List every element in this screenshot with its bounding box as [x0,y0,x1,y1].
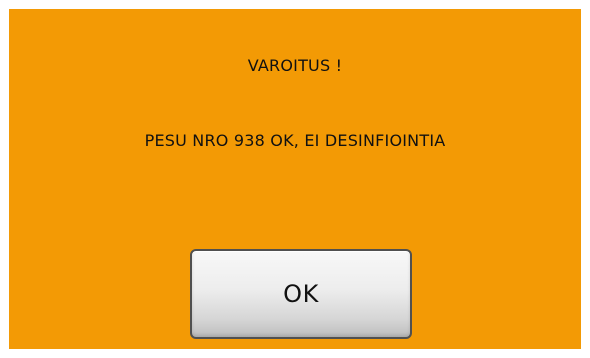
dialog-message: PESU NRO 938 OK, EI DESINFIOINTIA [144,131,446,150]
ok-button[interactable]: OK [190,249,412,339]
dialog-title: VAROITUS ! [247,56,343,75]
ok-button-label: OK [283,280,319,308]
warning-dialog: VAROITUS ! PESU NRO 938 OK, EI DESINFIOI… [9,9,581,349]
